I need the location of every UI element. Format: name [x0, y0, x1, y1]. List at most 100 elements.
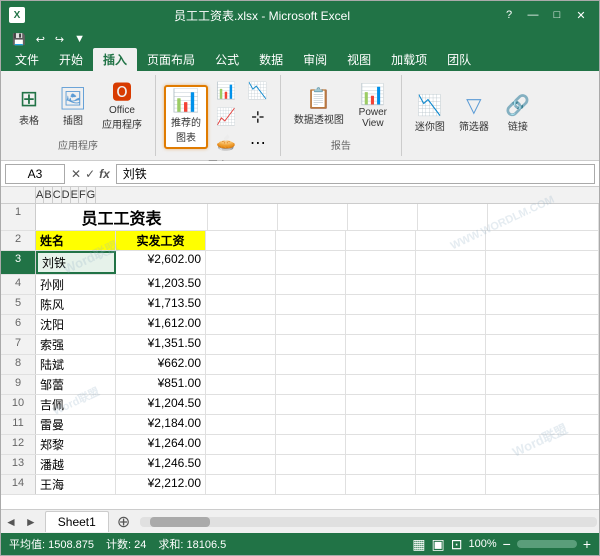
normal-view-button[interactable]: ▦ [412, 536, 425, 553]
cell-a1[interactable]: 员工工资表 [36, 204, 208, 230]
tab-insert[interactable]: 插入 [93, 48, 137, 71]
minimize-button[interactable]: — [523, 5, 543, 25]
col-header-b[interactable]: B [44, 187, 52, 203]
cell-a3[interactable]: 刘铁 [36, 251, 116, 274]
cell-b11[interactable]: ¥2,184.00 [116, 415, 206, 434]
cell-a6[interactable]: 沈阳 [36, 315, 116, 334]
cell-c2[interactable] [206, 231, 276, 250]
cell-a2[interactable]: 姓名 [36, 231, 116, 250]
zoom-slider[interactable] [517, 540, 577, 548]
more-chart-button[interactable]: ⋯ [244, 131, 272, 155]
cell-e1[interactable] [348, 204, 418, 230]
cell-g10[interactable] [486, 395, 599, 414]
table-button[interactable]: ⊞ 表格 [9, 85, 49, 130]
cell-e4[interactable] [346, 275, 416, 294]
cell-a11[interactable]: 雷曼 [36, 415, 116, 434]
cell-g2[interactable] [486, 231, 599, 250]
cell-d11[interactable] [276, 415, 346, 434]
redo-quick-button[interactable]: ↪ [52, 32, 67, 47]
cell-e8[interactable] [346, 355, 416, 374]
cell-b14[interactable]: ¥2,212.00 [116, 475, 206, 494]
link-button[interactable]: 🔗 链接 [498, 93, 538, 136]
cell-e11[interactable] [346, 415, 416, 434]
add-sheet-button[interactable]: ⊕ [109, 512, 138, 532]
picture-button[interactable]: 🖼 插图 [53, 85, 93, 130]
pie-chart-button[interactable]: 🥧 [212, 131, 240, 155]
formula-input[interactable] [116, 164, 595, 184]
cell-d4[interactable] [276, 275, 346, 294]
cell-f4[interactable] [416, 275, 486, 294]
cell-d13[interactable] [276, 455, 346, 474]
col-header-d[interactable]: D [62, 187, 71, 203]
cell-f13[interactable] [416, 455, 486, 474]
cell-c8[interactable] [206, 355, 276, 374]
cell-e7[interactable] [346, 335, 416, 354]
cell-d6[interactable] [276, 315, 346, 334]
cell-c12[interactable] [206, 435, 276, 454]
page-break-view-button[interactable]: ⊡ [451, 536, 463, 553]
close-button[interactable]: ✕ [571, 5, 591, 25]
cell-g13[interactable] [486, 455, 599, 474]
cell-b2[interactable]: 实发工资 [116, 231, 206, 250]
cell-c13[interactable] [206, 455, 276, 474]
confirm-icon[interactable]: ✓ [85, 167, 95, 181]
cell-e9[interactable] [346, 375, 416, 394]
cell-a12[interactable]: 郑黎 [36, 435, 116, 454]
cell-reference-input[interactable] [5, 164, 65, 184]
page-layout-view-button[interactable]: ▣ [432, 536, 445, 553]
cell-b8[interactable]: ¥662.00 [116, 355, 206, 374]
hscroll-thumb[interactable] [150, 517, 210, 527]
power-view-button[interactable]: 📊 PowerView [353, 82, 393, 132]
cell-e2[interactable] [346, 231, 416, 250]
tab-home[interactable]: 开始 [49, 48, 93, 71]
help-button[interactable]: ? [499, 5, 519, 25]
cell-d9[interactable] [276, 375, 346, 394]
row-num-14[interactable]: 14 [1, 475, 36, 494]
cell-f8[interactable] [416, 355, 486, 374]
cell-f5[interactable] [416, 295, 486, 314]
row-num-8[interactable]: 8 [1, 355, 36, 374]
cell-a10[interactable]: 吉佩 [36, 395, 116, 414]
cell-d8[interactable] [276, 355, 346, 374]
row-num-1[interactable]: 1 [1, 204, 36, 230]
cell-g7[interactable] [486, 335, 599, 354]
cell-g8[interactable] [486, 355, 599, 374]
col-header-c[interactable]: C [53, 187, 62, 203]
row-num-12[interactable]: 12 [1, 435, 36, 454]
row-num-7[interactable]: 7 [1, 335, 36, 354]
cell-g4[interactable] [486, 275, 599, 294]
cancel-icon[interactable]: ✕ [71, 167, 81, 181]
cell-f10[interactable] [416, 395, 486, 414]
cell-b3[interactable]: ¥2,602.00 [116, 251, 206, 274]
cell-f14[interactable] [416, 475, 486, 494]
cell-b5[interactable]: ¥1,713.50 [116, 295, 206, 314]
tab-review[interactable]: 审阅 [293, 48, 337, 71]
cell-f12[interactable] [416, 435, 486, 454]
cell-c3[interactable] [206, 251, 276, 274]
cell-e3[interactable] [346, 251, 416, 274]
cell-d10[interactable] [276, 395, 346, 414]
sheet-tab-next[interactable]: ► [21, 515, 41, 529]
cell-a4[interactable]: 孙刚 [36, 275, 116, 294]
cell-a9[interactable]: 邹蕾 [36, 375, 116, 394]
cell-g11[interactable] [486, 415, 599, 434]
recommend-chart-button[interactable]: 📊 推荐的图表 [164, 85, 208, 149]
col-header-f[interactable]: F [79, 187, 87, 203]
row-num-13[interactable]: 13 [1, 455, 36, 474]
cell-g5[interactable] [486, 295, 599, 314]
col-header-a[interactable]: A [36, 187, 44, 203]
maximize-button[interactable]: □ [547, 5, 567, 25]
row-num-3[interactable]: 3 [1, 251, 36, 274]
office-app-button[interactable]: 🅾 Office应用程序 [97, 80, 147, 134]
cell-f7[interactable] [416, 335, 486, 354]
cell-b4[interactable]: ¥1,203.50 [116, 275, 206, 294]
customize-quick-button[interactable]: ▼ [71, 32, 88, 46]
row-num-6[interactable]: 6 [1, 315, 36, 334]
row-num-9[interactable]: 9 [1, 375, 36, 394]
pivot-chart-button[interactable]: 📋 数据透视图 [289, 86, 349, 129]
row-num-11[interactable]: 11 [1, 415, 36, 434]
row-num-2[interactable]: 2 [1, 231, 36, 250]
cell-e12[interactable] [346, 435, 416, 454]
tab-view[interactable]: 视图 [337, 48, 381, 71]
col-header-g[interactable]: G [87, 187, 97, 203]
